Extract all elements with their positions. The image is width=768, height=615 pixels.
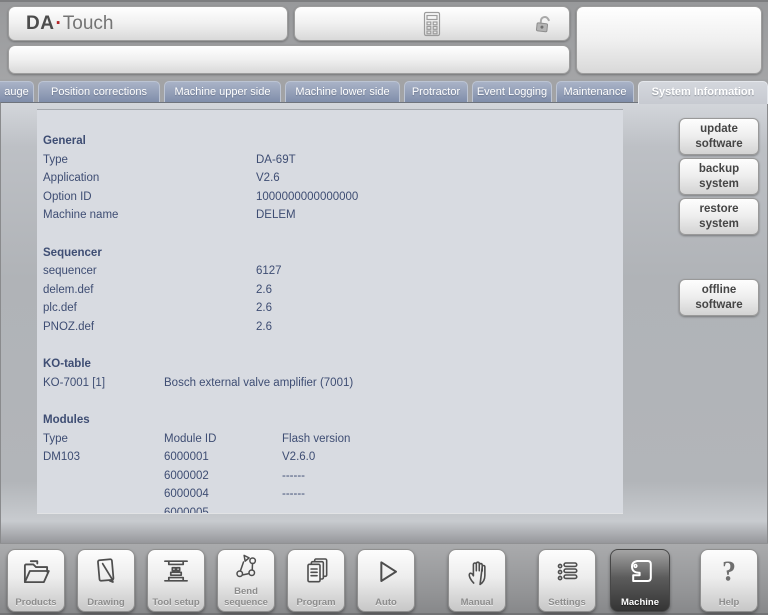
module-row: 6000004------ — [43, 485, 623, 504]
section-title: KO-table — [43, 355, 623, 374]
section-modules: Modules TypeModule IDFlash version DM103… — [43, 411, 623, 513]
auto-button[interactable]: Auto — [357, 549, 415, 612]
section-title: General — [43, 132, 623, 151]
toolbar-label: Drawing — [78, 598, 134, 608]
toolbar-label: Bend sequence — [218, 587, 274, 608]
tool-setup-button[interactable]: Tool setup — [147, 549, 205, 612]
bottom-toolbar: Products Drawing Tool setup — [0, 543, 768, 615]
tab-label: Maintenance — [564, 86, 627, 98]
tab-label: Machine lower side — [295, 86, 389, 98]
logo-dot: · — [55, 13, 61, 34]
machine-icon — [611, 552, 669, 590]
tab-label: Position corrections — [51, 86, 147, 98]
button-label: backup system — [688, 162, 750, 191]
drawing-icon — [78, 552, 134, 590]
info-row: KO-7001 [1]Bosch external valve amplifie… — [43, 374, 623, 393]
status-panel — [294, 6, 570, 41]
info-row: delem.def2.6 — [43, 281, 623, 300]
tab-label: Protractor — [412, 86, 460, 98]
toolbar-label: Auto — [358, 598, 414, 608]
tab-event-logging[interactable]: Event Logging — [472, 81, 552, 103]
logo-panel: DA·Touch — [8, 6, 288, 41]
modules-header-row: TypeModule IDFlash version — [43, 430, 623, 449]
tab-label: Machine upper side — [174, 86, 270, 98]
toolbar-label: Program — [288, 598, 344, 608]
help-button[interactable]: ? Help — [700, 549, 758, 612]
da-touch-logo: DA·Touch — [9, 7, 287, 40]
info-row: Machine nameDELEM — [43, 206, 623, 225]
toolbar-label: Settings — [539, 598, 595, 608]
button-label: offline software — [688, 283, 750, 312]
info-row: Option ID1000000000000000 — [43, 188, 623, 207]
settings-list-icon — [539, 552, 595, 590]
program-button[interactable]: Program — [287, 549, 345, 612]
program-pages-icon — [288, 552, 344, 590]
bend-sequence-button[interactable]: Bend sequence — [217, 549, 275, 612]
tab-label: Event Logging — [477, 86, 547, 98]
module-row: 6000002------ — [43, 467, 623, 486]
info-row: ApplicationV2.6 — [43, 169, 623, 188]
tab-position-corrections[interactable]: Position corrections — [38, 81, 160, 103]
folder-icon — [8, 552, 64, 590]
help-icon: ? — [701, 552, 757, 590]
update-software-button[interactable]: update software — [679, 118, 759, 155]
info-row: TypeDA-69T — [43, 151, 623, 170]
section-sequencer: Sequencer sequencer6127 delem.def2.6 plc… — [43, 244, 623, 337]
backup-system-button[interactable]: backup system — [679, 158, 759, 195]
toolbar-label: Tool setup — [148, 598, 204, 608]
tab-machine-upper-side[interactable]: Machine upper side — [164, 81, 281, 103]
tab-bar: auge Position corrections Machine upper … — [0, 81, 768, 103]
numeric-keypad-icon[interactable] — [423, 11, 442, 38]
section-title: Sequencer — [43, 244, 623, 263]
tab-maintenance[interactable]: Maintenance — [556, 81, 634, 103]
da-touch-screen: DA·Touch — [0, 0, 768, 615]
svg-text:?: ? — [722, 556, 736, 587]
section-title: Modules — [43, 411, 623, 430]
toolbar-label: Products — [8, 598, 64, 608]
content-area: General TypeDA-69T ApplicationV2.6 Optio… — [0, 102, 768, 543]
toolbar-label: Machine — [611, 598, 669, 608]
tab-label: auge — [4, 86, 28, 98]
info-row: PNOZ.def2.6 — [43, 318, 623, 337]
message-panel — [8, 45, 570, 74]
info-row: sequencer6127 — [43, 262, 623, 281]
section-general: General TypeDA-69T ApplicationV2.6 Optio… — [43, 132, 623, 225]
module-row: 6000005 — [43, 504, 623, 513]
tab-backgauge-partial[interactable]: auge — [0, 81, 34, 103]
auto-play-icon — [358, 552, 414, 590]
settings-button[interactable]: Settings — [538, 549, 596, 612]
button-label: restore system — [688, 202, 750, 231]
system-info-panel: General TypeDA-69T ApplicationV2.6 Optio… — [37, 110, 623, 513]
tab-machine-lower-side[interactable]: Machine lower side — [285, 81, 400, 103]
logo-da: DA — [26, 13, 54, 34]
tab-system-information[interactable]: System Information — [638, 81, 768, 104]
manual-button[interactable]: Manual — [448, 549, 506, 612]
info-row: plc.def2.6 — [43, 299, 623, 318]
section-ko-table: KO-table KO-7001 [1]Bosch external valve… — [43, 355, 623, 392]
bend-sequence-icon — [218, 550, 274, 582]
toolbar-label: Manual — [449, 598, 505, 608]
top-right-panel — [576, 6, 762, 74]
hand-icon — [449, 552, 505, 590]
button-label: update software — [688, 122, 750, 151]
unlock-icon[interactable] — [531, 12, 557, 37]
machine-button[interactable]: Machine — [610, 549, 670, 612]
drawing-button[interactable]: Drawing — [77, 549, 135, 612]
module-row: DM1036000001V2.6.0 — [43, 448, 623, 467]
restore-system-button[interactable]: restore system — [679, 198, 759, 235]
tab-label: System Information — [652, 86, 755, 98]
offline-software-button[interactable]: offline software — [679, 279, 759, 316]
tool-setup-icon — [148, 552, 204, 590]
products-button[interactable]: Products — [7, 549, 65, 612]
logo-touch: Touch — [63, 13, 114, 34]
tab-protractor[interactable]: Protractor — [404, 81, 468, 103]
toolbar-label: Help — [701, 598, 757, 608]
top-bar: DA·Touch — [0, 2, 768, 79]
